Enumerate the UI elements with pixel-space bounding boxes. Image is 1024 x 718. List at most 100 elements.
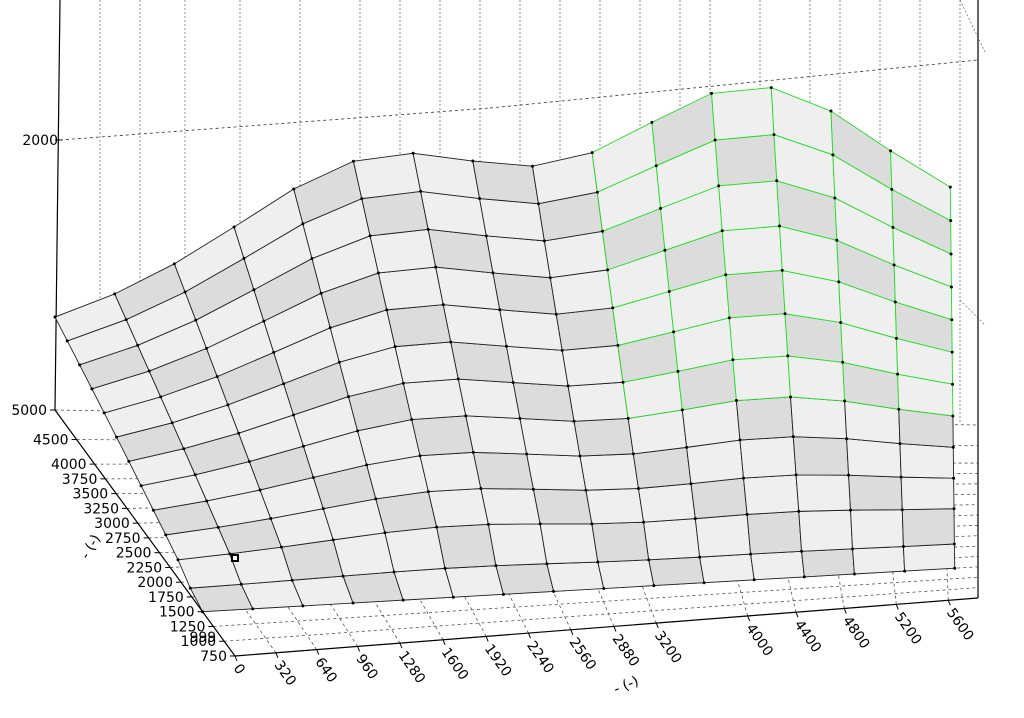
selection-marker[interactable] (231, 554, 239, 562)
surface-point (518, 416, 522, 420)
surface-point (113, 292, 117, 296)
surface-cell (900, 476, 955, 511)
surface-cell (384, 526, 446, 573)
surface-point (693, 517, 697, 521)
surface-point (228, 552, 232, 556)
surface-cell (450, 341, 514, 384)
surface-point (471, 450, 475, 454)
surface-cell (427, 488, 489, 528)
x-axis-ticks: 0 320 640 960 1280 1600 1920 2240 2560 2880 3200 40… (230, 600, 977, 689)
surface-cell (573, 417, 634, 457)
back-wall-line (959, 299, 986, 326)
surface-point (850, 547, 854, 551)
x-tick-label: 0 (230, 661, 248, 677)
surface-point (590, 522, 594, 526)
surface-point (552, 589, 556, 593)
surface-cell (499, 309, 563, 351)
surface-cell (585, 488, 645, 525)
surface-cell (591, 521, 650, 563)
surface-point (536, 202, 540, 206)
surface-point (835, 238, 839, 242)
x-tick-mark (747, 615, 751, 622)
surface-point (542, 239, 546, 243)
surface-point (242, 256, 246, 260)
surface-point (949, 285, 953, 289)
surface-cell (352, 152, 422, 200)
surface-point (852, 572, 856, 576)
surface-cell (495, 563, 555, 595)
surface-point (183, 290, 187, 294)
surface-point (530, 164, 534, 168)
surface-cell (728, 313, 789, 361)
x-tick-mark (316, 649, 320, 655)
x-tick-mark (442, 639, 446, 645)
z-axis-ticks: 2000 (22, 133, 62, 149)
surface-point (170, 421, 174, 425)
surface-point (328, 326, 332, 330)
surface-cell (561, 344, 624, 387)
surface-point (443, 566, 447, 570)
surface-point (713, 138, 717, 142)
surface-cell (732, 355, 792, 402)
surface-point (194, 318, 198, 322)
z-tick-label: 2000 (22, 133, 58, 149)
surface-point (478, 197, 482, 201)
x-tick-mark (795, 612, 799, 618)
surface-point (698, 555, 702, 559)
surface-point (449, 340, 453, 344)
surface-point (901, 545, 905, 549)
z-level-line (59, 107, 491, 141)
surface-point (833, 196, 837, 200)
surface-point (188, 586, 192, 590)
surface-point (738, 438, 742, 442)
surface-point (504, 344, 508, 348)
surface-point (282, 382, 286, 386)
x-tick-mark (399, 642, 403, 649)
chart-canvas: 0 320 640 960 1280 1600 1920 2240 2560 2880 3200 40… (11, 0, 986, 698)
surface-cell (750, 550, 805, 581)
surface-cell (735, 396, 794, 441)
surface-point (172, 262, 176, 266)
surface-cell (637, 483, 696, 523)
surface-point (672, 330, 676, 334)
surface-point (426, 490, 430, 494)
surface-point (802, 575, 806, 579)
surface-point (374, 497, 378, 501)
surface-cell (790, 396, 848, 440)
surface-cell (555, 307, 619, 351)
surface-cell (485, 235, 551, 279)
surface-point (590, 151, 594, 155)
surface-point (890, 187, 894, 191)
x-tick-label: 1280 (395, 648, 429, 686)
surface-point (393, 345, 397, 349)
surface-cell (394, 341, 459, 384)
surface-point (426, 227, 430, 231)
surface-point (621, 380, 625, 384)
x-tick-label: 1920 (481, 642, 515, 680)
surface-point (418, 454, 422, 458)
x-tick-label: 5600 (943, 605, 977, 643)
surface-cell (457, 378, 521, 419)
surface-point (383, 531, 387, 535)
x-tick-mark (357, 646, 361, 652)
surface-point (451, 595, 455, 599)
surface-point (898, 442, 902, 446)
surface-point (301, 444, 305, 448)
x-tick-label: 2560 (566, 635, 600, 673)
surface-cell (743, 474, 800, 515)
surface-cell (546, 561, 605, 592)
surface-point (847, 473, 851, 477)
surface-cell (714, 134, 778, 187)
surface-point (401, 598, 405, 602)
surface-point (584, 488, 588, 492)
x-tick-label: 4000 (742, 621, 776, 659)
surface-point (780, 268, 784, 272)
z-axis-line (54, 0, 61, 411)
surface-point (346, 395, 350, 399)
surface-point (892, 263, 896, 267)
surface-cell (795, 474, 852, 512)
surface-cell (492, 272, 557, 315)
surface-point (53, 315, 57, 319)
x-tick-mark (234, 655, 238, 662)
surface-point (680, 408, 684, 412)
